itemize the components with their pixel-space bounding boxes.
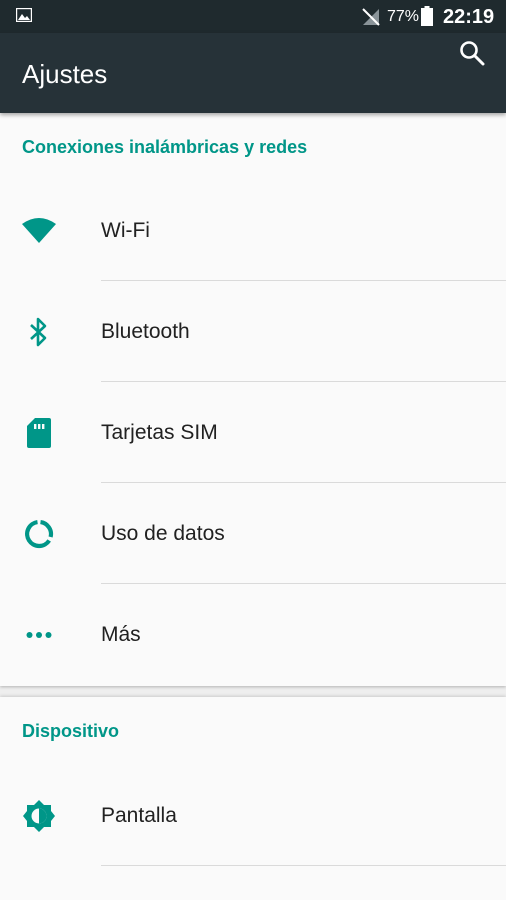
bluetooth-icon — [22, 315, 56, 349]
device-card: Dispositivo Pantalla — [0, 697, 506, 900]
battery-icon — [421, 6, 433, 26]
status-clock: 22:19 — [443, 6, 495, 28]
settings-item-label: Más — [101, 622, 141, 646]
page-title: Ajustes — [22, 59, 108, 89]
settings-item-sim-cards[interactable]: Tarjetas SIM — [0, 382, 506, 483]
status-bar: 77% 22:19 — [0, 0, 506, 33]
settings-item-bluetooth[interactable]: Bluetooth — [0, 281, 506, 382]
settings-item-label: Uso de datos — [101, 521, 225, 545]
wifi-icon — [22, 214, 56, 248]
search-button[interactable] — [452, 33, 492, 73]
settings-item-label: Pantalla — [101, 803, 177, 827]
wireless-networks-card: Conexiones inalámbricas y redes Wi-Fi Bl… — [0, 113, 506, 686]
picture-notification-icon — [16, 8, 32, 22]
settings-item-label: Tarjetas SIM — [101, 420, 218, 444]
section-title-wireless: Conexiones inalámbricas y redes — [22, 137, 308, 157]
settings-item-data-usage[interactable]: Uso de datos — [0, 483, 506, 584]
settings-item-label: Bluetooth — [101, 319, 190, 343]
settings-item-wifi[interactable]: Wi-Fi — [0, 180, 506, 281]
section-title-device: Dispositivo — [22, 721, 120, 741]
app-bar: Ajustes — [0, 33, 506, 113]
divider — [101, 865, 506, 866]
settings-item-more[interactable]: Más — [0, 584, 506, 685]
settings-item-label: Wi-Fi — [101, 218, 150, 242]
data-usage-icon — [22, 517, 56, 551]
settings-item-display[interactable]: Pantalla — [0, 765, 506, 866]
more-dots-icon — [22, 618, 56, 652]
battery-percentage: 77% — [387, 8, 420, 25]
no-signal-icon — [362, 8, 380, 26]
brightness-icon — [22, 799, 56, 833]
sim-card-icon — [22, 416, 56, 450]
search-icon — [460, 41, 485, 66]
